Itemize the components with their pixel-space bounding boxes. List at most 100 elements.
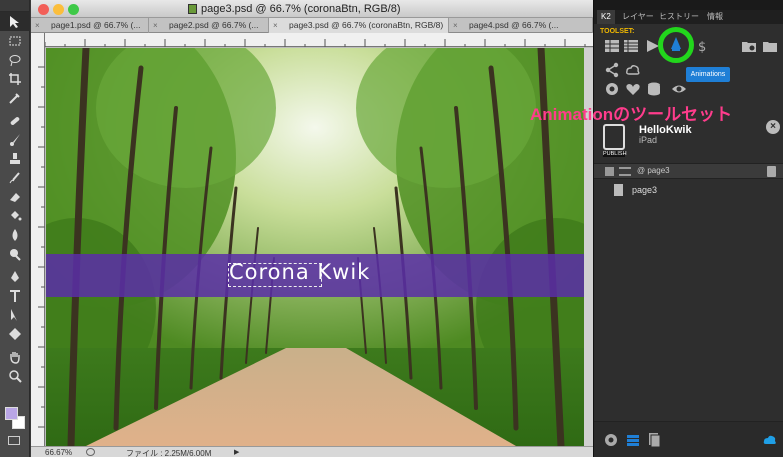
settings-button[interactable] xyxy=(604,81,620,97)
history-brush-icon xyxy=(9,171,20,183)
close-project-button[interactable]: × xyxy=(766,120,780,134)
tab-history[interactable]: ヒストリー xyxy=(659,10,699,24)
settings-icon xyxy=(605,434,617,446)
heart-button[interactable] xyxy=(625,81,641,97)
stack-icon xyxy=(627,435,639,446)
doc-tab-page3[interactable]: × page3.psd @ 66.7% (coronaBtn, RGB/8) xyxy=(269,18,449,33)
path-select-tool[interactable] xyxy=(0,305,30,324)
list-button[interactable] xyxy=(623,38,639,54)
stack-button[interactable] xyxy=(646,81,662,97)
dodge-tool[interactable] xyxy=(0,244,30,263)
eraser-tool[interactable] xyxy=(0,187,30,206)
eyedropper-tool[interactable] xyxy=(0,88,30,107)
project-device: iPad xyxy=(639,135,658,145)
project-row[interactable]: PUBLISH HelloKwik iPad × xyxy=(594,118,783,160)
page-stack-icon[interactable] xyxy=(605,167,614,176)
folder-button[interactable] xyxy=(762,38,778,54)
panel-header[interactable] xyxy=(594,0,783,10)
zoom-level[interactable]: 66.67% xyxy=(45,448,72,457)
heart-icon xyxy=(626,84,640,95)
move-icon xyxy=(10,15,19,28)
shape-tool[interactable] xyxy=(0,324,30,343)
cloud-button[interactable] xyxy=(625,62,641,78)
close-tab-icon[interactable]: × xyxy=(153,18,163,33)
document-window: page3.psd @ 66.7% (coronaBtn, RGB/8) × p… xyxy=(31,0,593,457)
ipad-icon xyxy=(603,124,625,150)
zoom-icon xyxy=(9,369,22,383)
tools-panel-grip[interactable] xyxy=(0,0,29,12)
toolset-label: TOOLSET: xyxy=(600,28,635,35)
page-path: @ page3 xyxy=(637,166,670,175)
close-window-button[interactable] xyxy=(38,4,49,15)
eyedropper-icon xyxy=(9,92,20,104)
screen-mode-icon[interactable] xyxy=(8,436,20,445)
doc-tab-label: page4.psd @ 66.7% (... xyxy=(469,20,559,30)
footer-cloud-sync-button[interactable] xyxy=(762,432,778,448)
path-select-icon xyxy=(11,308,17,321)
publish-label: PUBLISH xyxy=(603,151,627,157)
foreground-color-swatch[interactable] xyxy=(5,407,18,420)
type-icon xyxy=(10,289,20,302)
trash-icon[interactable] xyxy=(767,166,776,177)
clone-stamp-icon xyxy=(10,152,20,164)
doc-tab-page2[interactable]: × page2.psd @ 66.7% (... xyxy=(149,18,269,33)
move-tool[interactable] xyxy=(0,12,30,31)
document-tabs: × page1.psd @ 66.7% (... × page2.psd @ 6… xyxy=(31,18,593,33)
forest-photo xyxy=(46,48,584,446)
footer-settings-button[interactable] xyxy=(603,432,619,448)
horizontal-ruler[interactable] xyxy=(45,33,593,47)
list-icon xyxy=(624,40,638,52)
animations-tooltip: Animations xyxy=(686,67,730,82)
minimize-window-button[interactable] xyxy=(53,4,64,15)
page-file-icon xyxy=(614,184,623,196)
panel-tabs: K2 レイヤー ヒストリー 情報 xyxy=(594,10,783,24)
close-tab-icon[interactable]: × xyxy=(273,18,283,33)
healing-brush-tool[interactable] xyxy=(0,111,30,130)
folder-icon xyxy=(742,42,756,52)
footer-stack-button[interactable] xyxy=(625,432,641,448)
status-bar: 66.67% ファイル : 2.25M/6.00M ▶ xyxy=(31,446,593,457)
layers-icon xyxy=(605,40,619,52)
doc-tab-page1[interactable]: × page1.psd @ 66.7% (... xyxy=(31,18,149,33)
brush-icon xyxy=(10,133,20,146)
close-tab-icon[interactable]: × xyxy=(35,18,45,33)
type-tool[interactable] xyxy=(0,286,30,305)
status-menu-arrow-icon[interactable]: ▶ xyxy=(234,448,239,456)
vertical-ruler[interactable] xyxy=(31,33,45,446)
brush-tool[interactable] xyxy=(0,130,30,149)
pen-tool[interactable] xyxy=(0,267,30,286)
page-list-icon[interactable] xyxy=(619,167,631,176)
dollar-button[interactable]: $ xyxy=(695,38,711,55)
cloud-icon xyxy=(626,65,640,75)
publish-button[interactable]: PUBLISH xyxy=(603,124,627,160)
history-brush-tool[interactable] xyxy=(0,168,30,187)
blur-icon xyxy=(12,228,18,241)
tab-info[interactable]: 情報 xyxy=(707,10,723,24)
status-icon[interactable] xyxy=(86,448,95,456)
blur-tool[interactable] xyxy=(0,225,30,244)
eye-button[interactable] xyxy=(671,81,687,97)
footer-pages-button[interactable] xyxy=(646,432,662,448)
svg-text:$: $ xyxy=(698,40,706,54)
layers-button[interactable] xyxy=(604,38,620,54)
shape-icon xyxy=(9,327,21,340)
share-icon xyxy=(605,62,619,78)
settings-icon xyxy=(606,83,618,95)
folder-camera-button[interactable] xyxy=(741,38,757,54)
zoom-tool[interactable] xyxy=(0,366,30,385)
lasso-tool[interactable] xyxy=(0,50,30,69)
doc-tab-page4[interactable]: × page4.psd @ 66.7% (... xyxy=(449,18,593,33)
crop-tool[interactable] xyxy=(0,69,30,88)
clone-stamp-tool[interactable] xyxy=(0,149,30,168)
tab-layers[interactable]: レイヤー xyxy=(622,10,654,24)
zoom-window-button[interactable] xyxy=(68,4,79,15)
document-canvas[interactable]: Corona Kwik xyxy=(46,48,584,446)
dodge-icon xyxy=(10,248,21,261)
marquee-tool[interactable] xyxy=(0,31,30,50)
paint-bucket-tool[interactable] xyxy=(0,206,30,225)
hand-tool[interactable] xyxy=(0,347,30,366)
tab-k2[interactable]: K2 xyxy=(597,10,615,24)
share-button[interactable] xyxy=(604,62,620,78)
title-bar[interactable]: page3.psd @ 66.7% (coronaBtn, RGB/8) xyxy=(31,0,593,18)
close-tab-icon[interactable]: × xyxy=(453,18,463,33)
